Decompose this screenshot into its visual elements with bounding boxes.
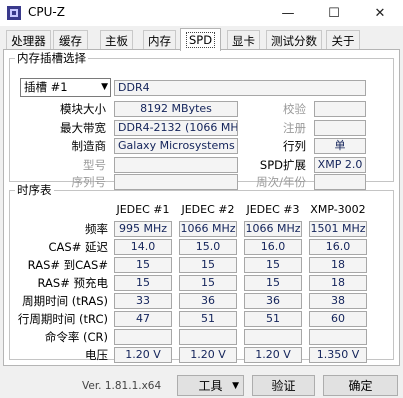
memory-type-field: DDR4 (114, 80, 366, 96)
timings-row-label: 电压 (85, 348, 108, 362)
maximize-icon: ☐ (328, 5, 340, 21)
minimize-button[interactable]: — (265, 0, 311, 26)
timings-cell: 1.20 V (114, 347, 172, 363)
slot-select-value: 插槽 #1 (24, 80, 68, 94)
timings-cell: 51 (179, 311, 237, 327)
max-bandwidth-field: DDR4-2132 (1066 MHz) (114, 120, 238, 136)
module-size-label: 模块大小 (60, 102, 106, 116)
timings-cell: 15 (244, 257, 302, 273)
version-label: Ver. 1.81.1.x64 (82, 380, 162, 392)
timings-cell: 51 (244, 311, 302, 327)
tab-cpu[interactable]: 处理器 (6, 30, 51, 50)
spd-ext-field: XMP 2.0 (314, 157, 366, 173)
timings-row-label: 周期时间 (tRAS) (22, 294, 108, 308)
tab-memory[interactable]: 内存 (143, 30, 176, 50)
validate-button-label: 验证 (271, 379, 296, 393)
timings-cell: 1.20 V (179, 347, 237, 363)
part-number-label: 型号 (83, 158, 106, 172)
timings-cell (244, 329, 302, 345)
timings-cell: 18 (309, 275, 367, 291)
timings-column-header: XMP-3002 (310, 203, 366, 216)
timings-cell (309, 329, 367, 345)
memory-slot-group: 内存插槽选择 插槽 #1 ▼ DDR4 模块大小 最大带宽 制造商 型号 序列号… (9, 51, 394, 190)
registered-label: 注册 (283, 121, 306, 135)
minimize-icon: — (281, 5, 295, 21)
tab-bar: 处理器 缓存 主板 内存 SPD 显卡 测试分数 关于 (0, 28, 403, 51)
timings-cell: 15 (114, 257, 172, 273)
timings-cell (179, 329, 237, 345)
timings-row-label: 行周期时间 (tRC) (17, 312, 108, 326)
spd-ext-label: SPD扩展 (259, 158, 306, 172)
timings-row-label: RAS# 预充电 (37, 276, 108, 290)
ok-button[interactable]: 确定 (323, 375, 398, 396)
timings-row-label: 命令率 (CR) (44, 330, 108, 344)
validate-button[interactable]: 验证 (252, 375, 315, 396)
timings-cell: 1.350 V (309, 347, 367, 363)
cpu-z-app-icon (7, 6, 21, 20)
memory-slot-group-title: 内存插槽选择 (15, 51, 88, 65)
maximize-button[interactable]: ☐ (311, 0, 357, 26)
tab-graphics[interactable]: 显卡 (227, 30, 260, 50)
tab-mainboard[interactable]: 主板 (100, 30, 133, 50)
tools-button-label: 工具 (198, 379, 223, 393)
timings-row-label: RAS# 到CAS# (27, 258, 108, 272)
timings-cell: 16.0 (309, 239, 367, 255)
timings-cell (114, 329, 172, 345)
serial-number-field (114, 174, 238, 190)
timings-group-title: 时序表 (15, 183, 54, 197)
module-size-field: 8192 MBytes (114, 101, 238, 117)
window-title: CPU-Z (28, 5, 65, 19)
timings-column-header: JEDEC #1 (116, 203, 170, 216)
week-year-label: 周次/年份 (256, 175, 306, 189)
timings-cell: 1501 MHz (309, 221, 367, 237)
week-year-field (314, 174, 366, 190)
slot-select[interactable]: 插槽 #1 ▼ (20, 78, 111, 97)
timings-cell: 18 (309, 257, 367, 273)
spd-panel: 内存插槽选择 插槽 #1 ▼ DDR4 模块大小 最大带宽 制造商 型号 序列号… (3, 49, 400, 366)
timings-row-label: 频率 (85, 222, 108, 236)
timings-row-label: CAS# 延迟 (48, 240, 109, 254)
close-button[interactable]: ✕ (357, 0, 403, 26)
tab-caches[interactable]: 缓存 (53, 30, 88, 50)
timings-cell: 15 (114, 275, 172, 291)
timings-cell: 995 MHz (114, 221, 172, 237)
part-number-field (114, 157, 238, 173)
max-bandwidth-label: 最大带宽 (60, 121, 106, 135)
tab-about[interactable]: 关于 (326, 30, 360, 50)
timings-column-header: JEDEC #3 (246, 203, 300, 216)
title-bar: CPU-Z — ☐ ✕ (0, 0, 403, 26)
tools-button[interactable]: 工具 ▼ (177, 375, 244, 396)
timings-cell: 33 (114, 293, 172, 309)
chevron-down-icon: ▼ (101, 82, 108, 92)
ranks-field: 单 (314, 138, 366, 154)
registered-field (314, 120, 366, 136)
correction-label: 校验 (283, 102, 306, 116)
timings-cell: 1.20 V (244, 347, 302, 363)
timings-cell: 15 (244, 275, 302, 291)
timings-cell: 15 (179, 257, 237, 273)
ok-button-label: 确定 (348, 379, 373, 393)
close-icon: ✕ (374, 5, 386, 21)
tab-spd[interactable]: SPD (180, 28, 221, 51)
ranks-label: 行列 (283, 139, 306, 153)
timings-cell: 36 (179, 293, 237, 309)
tab-bench[interactable]: 测试分数 (266, 30, 322, 50)
timings-cell: 1066 MHz (244, 221, 302, 237)
timings-column-header: JEDEC #2 (181, 203, 235, 216)
correction-field (314, 101, 366, 117)
manufacturer-field: Galaxy Microsystems Ltd. (114, 138, 238, 154)
timings-group: 时序表 JEDEC #1 JEDEC #2 JEDEC #3 XMP-3002 频率 99… (9, 183, 394, 363)
timings-cell: 15 (179, 275, 237, 291)
timings-cell: 1066 MHz (179, 221, 237, 237)
timings-cell: 16.0 (244, 239, 302, 255)
timings-cell: 38 (309, 293, 367, 309)
timings-cell: 14.0 (114, 239, 172, 255)
manufacturer-label: 制造商 (71, 139, 107, 153)
timings-cell: 36 (244, 293, 302, 309)
timings-cell: 47 (114, 311, 172, 327)
chevron-down-icon: ▼ (232, 380, 239, 391)
timings-cell: 15.0 (179, 239, 237, 255)
timings-cell: 60 (309, 311, 367, 327)
